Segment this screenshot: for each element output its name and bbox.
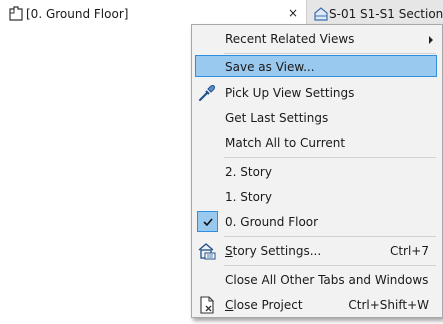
menu-item-label: Story Settings... xyxy=(225,244,322,258)
tab-label: S-01 S1-S1 Section [S-0 xyxy=(329,6,443,21)
menu-item-close-project[interactable]: Close Project Ctrl+Shift+W xyxy=(195,294,437,316)
menu-item-label: Close Project xyxy=(225,298,303,312)
eyedropper-icon xyxy=(197,83,217,103)
menu-separator xyxy=(224,265,436,266)
menu-item-label: 1. Story xyxy=(225,190,272,204)
menu-item-label: Match All to Current xyxy=(225,136,346,150)
close-tab-icon[interactable]: × xyxy=(286,5,300,21)
menu-item-story-2[interactable]: 2. Story xyxy=(195,161,437,183)
menu-item-get-last-settings[interactable]: Get Last Settings xyxy=(195,107,437,129)
menu-item-match-all-to-current[interactable]: Match All to Current xyxy=(195,132,437,154)
menu-item-label: Save as View... xyxy=(225,60,315,74)
menu-item-label: Get Last Settings xyxy=(225,111,329,125)
menu-item-story-1[interactable]: 1. Story xyxy=(195,186,437,208)
checkmark-icon xyxy=(197,211,218,232)
menu-item-label: 2. Story xyxy=(225,165,272,179)
menu-item-label: Close All Other Tabs and Windows xyxy=(225,273,429,287)
context-menu: Recent Related Views Save as View... Pic… xyxy=(191,24,443,318)
menu-item-save-as-view[interactable]: Save as View... xyxy=(195,55,437,77)
menu-item-story-0-ground-floor[interactable]: 0. Ground Floor xyxy=(195,211,437,233)
tab-label: [0. Ground Floor] xyxy=(26,7,129,21)
floor-plan-icon xyxy=(6,4,26,24)
submenu-arrow-icon xyxy=(429,36,433,44)
menu-item-shortcut: Ctrl+7 xyxy=(389,244,429,258)
menu-item-story-settings[interactable]: Story Settings... Ctrl+7 xyxy=(195,240,437,262)
menu-item-label: 0. Ground Floor xyxy=(225,215,319,229)
menu-separator xyxy=(224,53,436,54)
menu-item-pick-up-view-settings[interactable]: Pick Up View Settings xyxy=(195,82,437,104)
menu-item-label: Pick Up View Settings xyxy=(225,86,355,100)
menu-item-close-all-other-tabs[interactable]: Close All Other Tabs and Windows xyxy=(195,269,437,291)
menu-item-recent-related-views[interactable]: Recent Related Views xyxy=(195,28,437,50)
story-settings-icon xyxy=(197,241,217,261)
menu-item-shortcut: Ctrl+Shift+W xyxy=(348,298,429,312)
close-project-icon xyxy=(197,295,217,315)
section-icon xyxy=(313,4,329,24)
menu-separator xyxy=(224,236,436,237)
menu-item-label: Recent Related Views xyxy=(225,32,355,46)
menu-separator xyxy=(224,157,436,158)
